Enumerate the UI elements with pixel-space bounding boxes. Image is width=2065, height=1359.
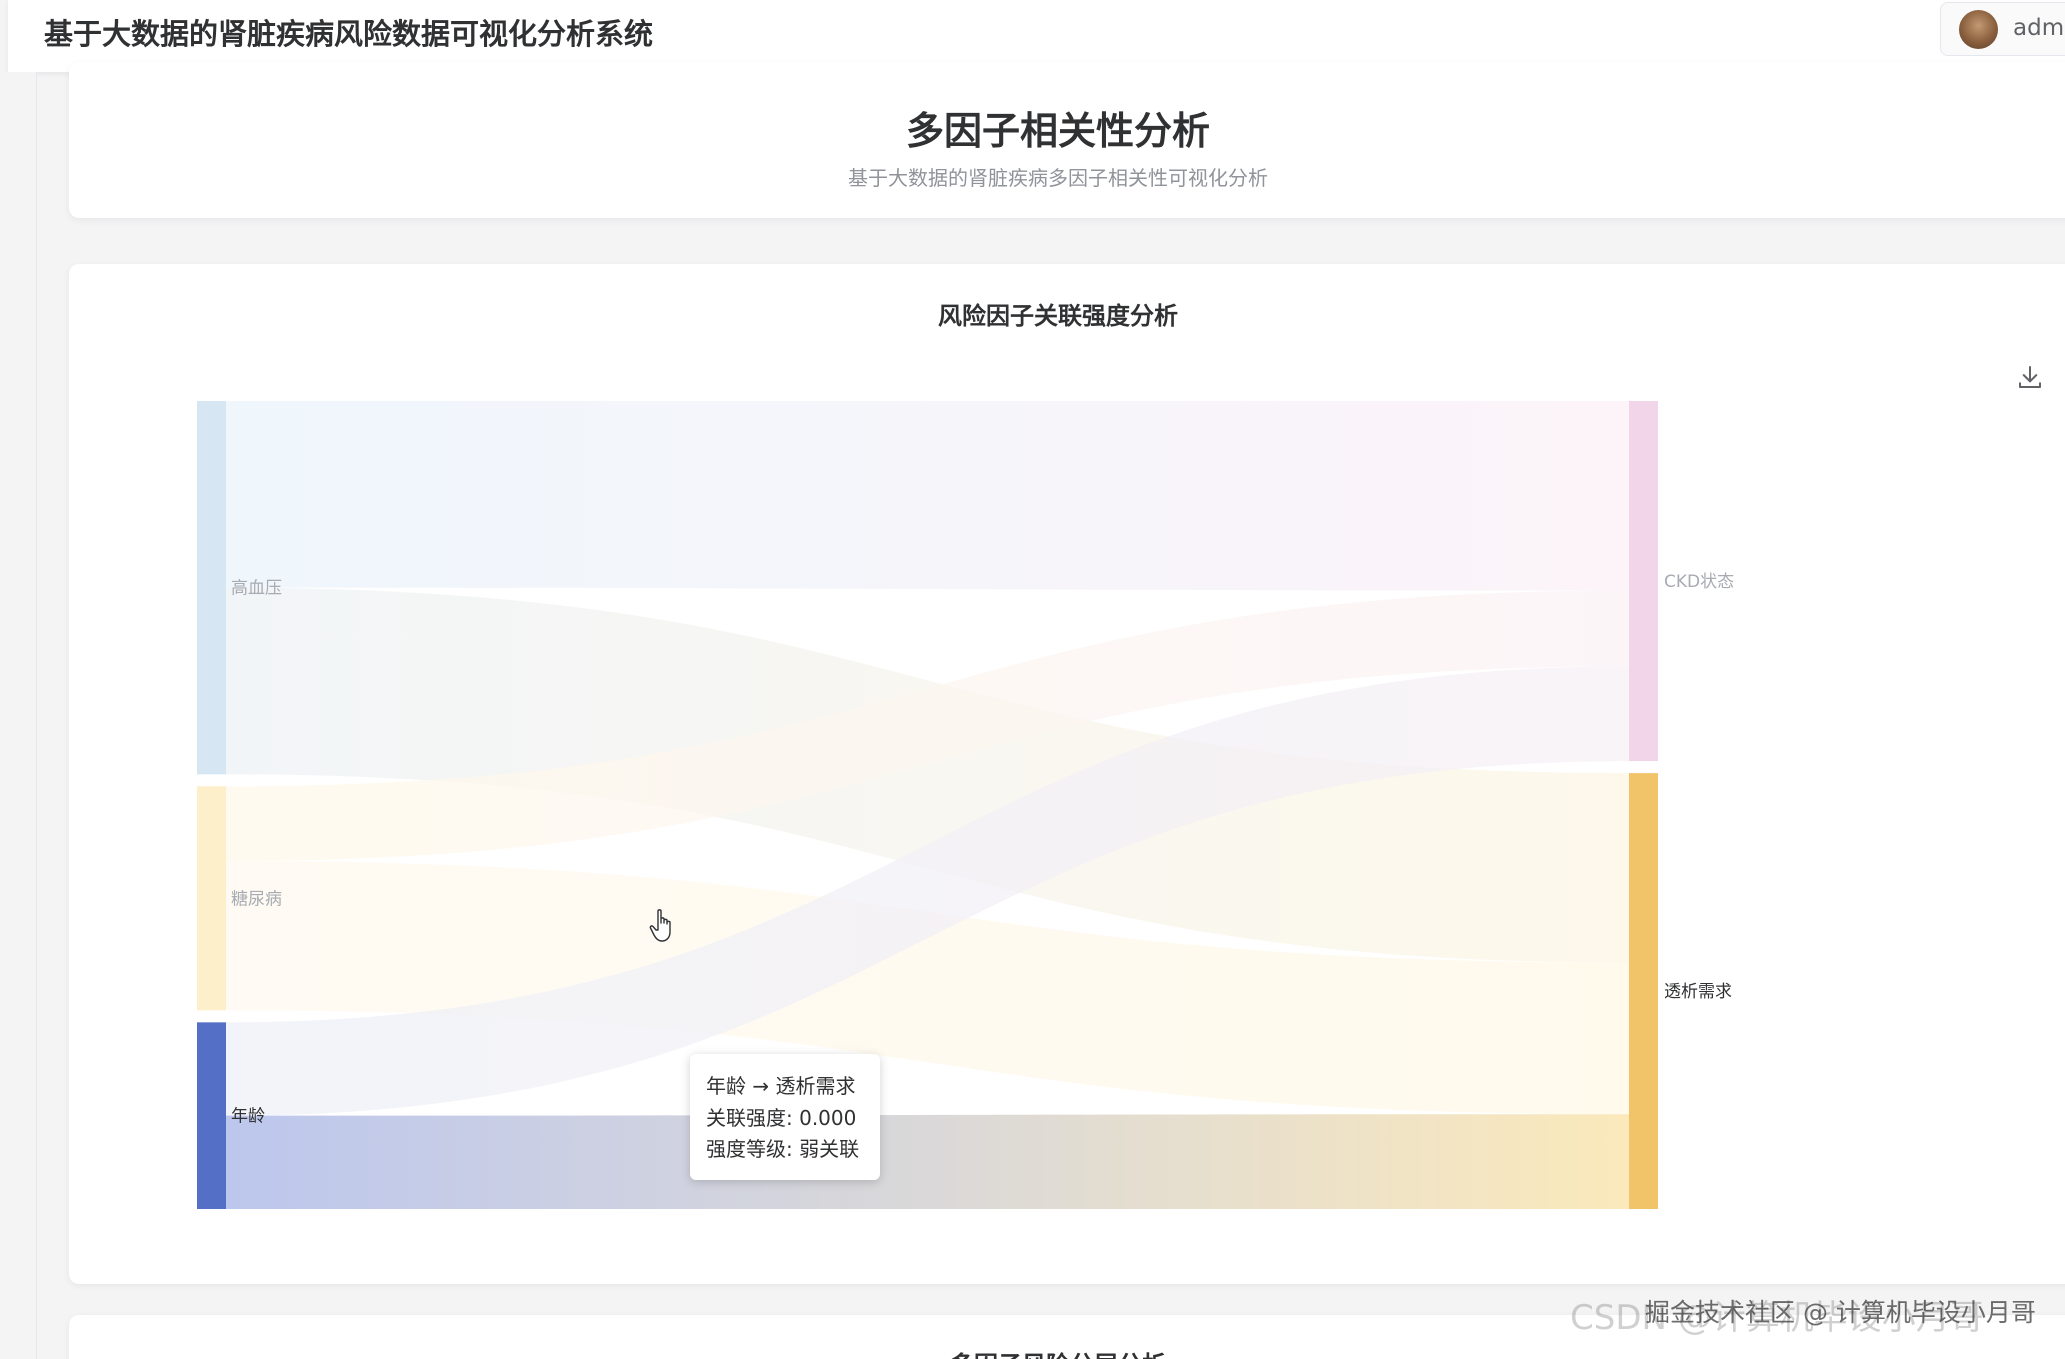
sankey-node[interactable]	[197, 401, 226, 775]
tooltip-strength: 关联强度: 0.000	[706, 1106, 857, 1130]
sankey-link[interactable]	[226, 1114, 1629, 1209]
sankey-node[interactable]	[197, 786, 226, 1011]
tooltip-link: 年龄 → 透析需求	[706, 1074, 856, 1098]
sankey-node-label: 糖尿病	[231, 889, 282, 909]
sankey-node[interactable]	[1629, 401, 1658, 762]
sankey-node-label: 高血压	[231, 579, 282, 599]
sankey-link[interactable]	[226, 401, 1629, 591]
tooltip-level: 强度等级: 弱关联	[706, 1137, 860, 1161]
sankey-node-label: CKD状态	[1664, 572, 1734, 592]
sankey-node[interactable]	[197, 1022, 226, 1209]
watermark: 掘金技术社区 @ 计算机毕设小月哥	[1645, 1298, 2036, 1327]
sankey-node-label: 透析需求	[1664, 982, 1732, 1002]
page: 基于大数据的肾脏疾病风险数据可视化分析系统 admin 多因子相关性分析 基于大…	[0, 0, 2065, 1359]
sankey-links	[226, 401, 1629, 1209]
hand-cursor-icon	[649, 909, 671, 942]
chart-tooltip: 年龄 → 透析需求 关联强度: 0.000 强度等级: 弱关联	[690, 1054, 880, 1180]
sankey-node-label: 年龄	[231, 1107, 265, 1127]
stratification-title: 多因子风险分层分析	[53, 1345, 2063, 1359]
sankey-node[interactable]	[1629, 773, 1658, 1209]
sankey-chart: 高血压糖尿病年龄 CKD状态透析需求	[197, 401, 1734, 1209]
